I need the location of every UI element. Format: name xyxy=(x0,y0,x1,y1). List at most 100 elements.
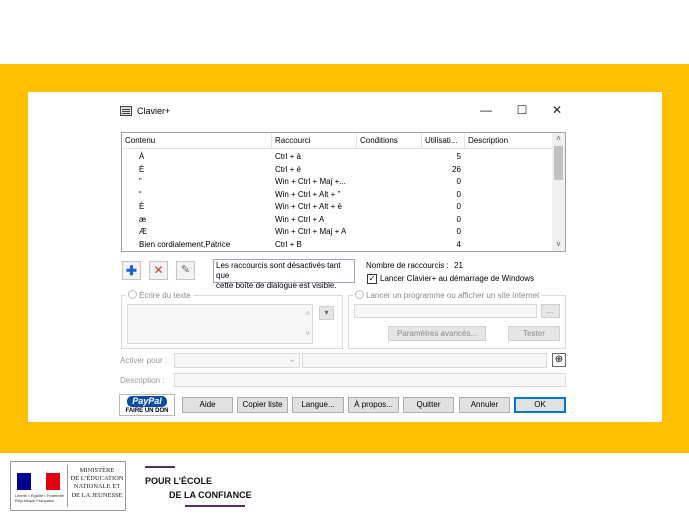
list-item[interactable]: É Ctrl + é 26 xyxy=(122,164,552,177)
language-button[interactable]: Langue... xyxy=(292,397,344,413)
column-header-raccourci[interactable]: Raccourci xyxy=(272,133,357,149)
ministry-logo: Liberté • Égalité • Fraternité Républiqu… xyxy=(10,461,126,511)
list-item[interactable]: “ Win + Ctrl + Alt + ” 0 xyxy=(122,189,552,202)
activate-for-field[interactable] xyxy=(302,353,547,368)
add-shortcut-button[interactable]: ✚ xyxy=(122,261,141,280)
clavier-plus-window: Clavier+ — ☐ ✕ Contenu Raccourci Conditi… xyxy=(28,92,662,422)
about-button[interactable]: À propos... xyxy=(348,397,399,413)
description-label: Description : xyxy=(120,376,165,385)
french-flag-icon xyxy=(17,473,60,490)
item-usage: 26 xyxy=(452,164,461,174)
item-content: æ xyxy=(139,214,147,224)
close-button[interactable]: ✕ xyxy=(549,102,565,118)
item-content: È xyxy=(139,202,145,211)
edit-shortcut-button[interactable]: ✎ xyxy=(176,261,195,280)
republic-motto: Liberté • Égalité • Fraternité Républiqu… xyxy=(15,493,65,503)
scroll-thumb[interactable] xyxy=(554,146,563,180)
chevron-down-icon: ⌄ xyxy=(288,354,296,364)
list-item[interactable]: Bien cordialement,Patrice Ctrl + B 4 xyxy=(122,239,552,252)
logo-accent-bar xyxy=(185,505,245,507)
ministry-line2: DE L’ÉDUCATION xyxy=(70,475,124,483)
shortcut-count-value: 21 xyxy=(454,261,463,270)
maximize-button[interactable]: ☐ xyxy=(514,102,530,118)
description-field[interactable] xyxy=(174,373,566,387)
write-text-option[interactable]: Écrire du texte xyxy=(126,290,193,300)
quit-button[interactable]: Quitter xyxy=(403,397,454,413)
item-content: Bien cordialement,Patrice xyxy=(139,239,231,249)
cancel-button[interactable]: Annuler xyxy=(459,397,510,413)
paypal-donate-button[interactable]: PayPal FAIRE UN DON xyxy=(119,394,175,416)
test-button[interactable]: Tester xyxy=(508,326,560,341)
donate-label: FAIRE UN DON xyxy=(125,408,169,414)
window-title: Clavier+ xyxy=(137,106,171,116)
launch-program-label: Lancer un programme ou afficher un site … xyxy=(366,291,540,300)
dropdown-arrow-icon: ▾ xyxy=(324,308,329,317)
launch-program-option[interactable]: Lancer un programme ou afficher un site … xyxy=(353,290,542,300)
special-chars-dropdown[interactable]: ▾ xyxy=(319,306,334,320)
list-item[interactable]: À Ctrl + à 5 xyxy=(122,151,552,164)
item-shortcut: Win + Ctrl + Alt + ” xyxy=(275,189,341,199)
ministry-line3: NATIONALE ET xyxy=(73,483,121,491)
item-shortcut: Ctrl + B xyxy=(275,239,302,249)
item-shortcut: Win + Ctrl + Maj +... xyxy=(275,177,346,186)
title-bar[interactable]: Clavier+ — ☐ ✕ xyxy=(28,92,662,132)
list-item[interactable]: ” Win + Ctrl + Maj +... 0 xyxy=(122,176,552,189)
republic-name: République Française xyxy=(15,498,54,503)
item-content: ” xyxy=(139,177,142,186)
column-header-contenu[interactable]: Contenu xyxy=(122,133,272,149)
ok-button[interactable]: OK xyxy=(514,397,566,413)
advanced-settings-button[interactable]: Paramètres avancés... xyxy=(388,326,486,341)
activate-for-dropdown[interactable]: ⌄ xyxy=(174,353,300,368)
item-shortcut: Ctrl + é xyxy=(275,164,302,174)
confiance-line1: POUR L’ÉCOLE xyxy=(145,476,213,486)
text-content-field[interactable]: ˄ ˅ xyxy=(127,304,313,344)
item-content: Æ xyxy=(139,227,147,236)
minimize-button[interactable]: — xyxy=(478,102,494,118)
list-scrollbar[interactable]: ˄ ˅ xyxy=(552,133,565,251)
delete-icon: ✕ xyxy=(153,263,164,277)
activate-for-label: Activer pour : xyxy=(120,356,168,365)
program-path-field[interactable] xyxy=(354,304,537,318)
list-item[interactable]: æ Win + Ctrl + A 0 xyxy=(122,214,552,227)
write-text-group: Écrire du texte ˄ ˅ ▾ xyxy=(121,290,343,349)
ecole-confiance-logo: POUR L’ÉCOLE DE LA CONFIANCE xyxy=(142,461,252,513)
window-picker-button[interactable]: ⊕ xyxy=(552,353,566,367)
text-scroll-down-icon[interactable]: ˅ xyxy=(305,329,310,338)
item-content: É xyxy=(139,164,145,174)
checkmark-icon: ✓ xyxy=(368,274,376,283)
column-header-conditions[interactable]: Conditions xyxy=(357,133,422,149)
logo-accent-bar xyxy=(145,466,175,468)
ministry-line4: DE LA JEUNESSE xyxy=(71,491,123,499)
shortcut-list[interactable]: Contenu Raccourci Conditions Utilisati..… xyxy=(121,132,566,252)
item-content: À xyxy=(139,152,145,161)
help-button[interactable]: Aide xyxy=(182,397,233,413)
item-usage: 0 xyxy=(456,177,461,186)
column-header-utilisation[interactable]: Utilisati... xyxy=(422,133,465,149)
item-shortcut: Win + Ctrl + Alt + è xyxy=(275,202,342,211)
scroll-down-icon[interactable]: ˅ xyxy=(552,239,565,251)
item-usage: 4 xyxy=(456,239,461,249)
copy-list-button[interactable]: Copier liste xyxy=(237,397,288,413)
ministry-name: MINISTÈRE DE L’ÉDUCATION NATIONALE ET DE… xyxy=(70,467,124,500)
browse-button[interactable]: ... xyxy=(541,304,560,318)
item-usage: 0 xyxy=(456,214,461,224)
launch-program-radio[interactable] xyxy=(355,290,364,299)
disabled-notice-line1: Les raccourcis sont désactivés tant que xyxy=(216,261,341,280)
write-text-radio[interactable] xyxy=(128,290,137,299)
delete-shortcut-button[interactable]: ✕ xyxy=(149,261,168,280)
list-item[interactable]: Æ Win + Ctrl + Maj + A 0 xyxy=(122,226,552,239)
item-shortcut: Win + Ctrl + A xyxy=(275,214,325,224)
text-scroll-up-icon[interactable]: ˄ xyxy=(305,309,310,318)
marianne-logo: Liberté • Égalité • Fraternité Républiqu… xyxy=(11,462,67,510)
item-usage: 0 xyxy=(456,227,461,236)
item-shortcut: Win + Ctrl + Maj + A xyxy=(275,227,347,236)
column-header-description[interactable]: Description xyxy=(465,133,552,149)
ministry-line1: MINISTÈRE xyxy=(79,467,115,474)
scroll-up-icon[interactable]: ˄ xyxy=(552,133,565,145)
list-item[interactable]: È Win + Ctrl + Alt + è 0 xyxy=(122,201,552,214)
write-text-label: Écrire du texte xyxy=(139,291,191,300)
item-content: “ xyxy=(139,189,142,199)
startup-checkbox[interactable]: ✓ xyxy=(367,274,377,284)
startup-checkbox-label[interactable]: Lancer Clavier+ au démarrage de Windows xyxy=(380,274,534,283)
keyboard-icon xyxy=(120,106,132,116)
